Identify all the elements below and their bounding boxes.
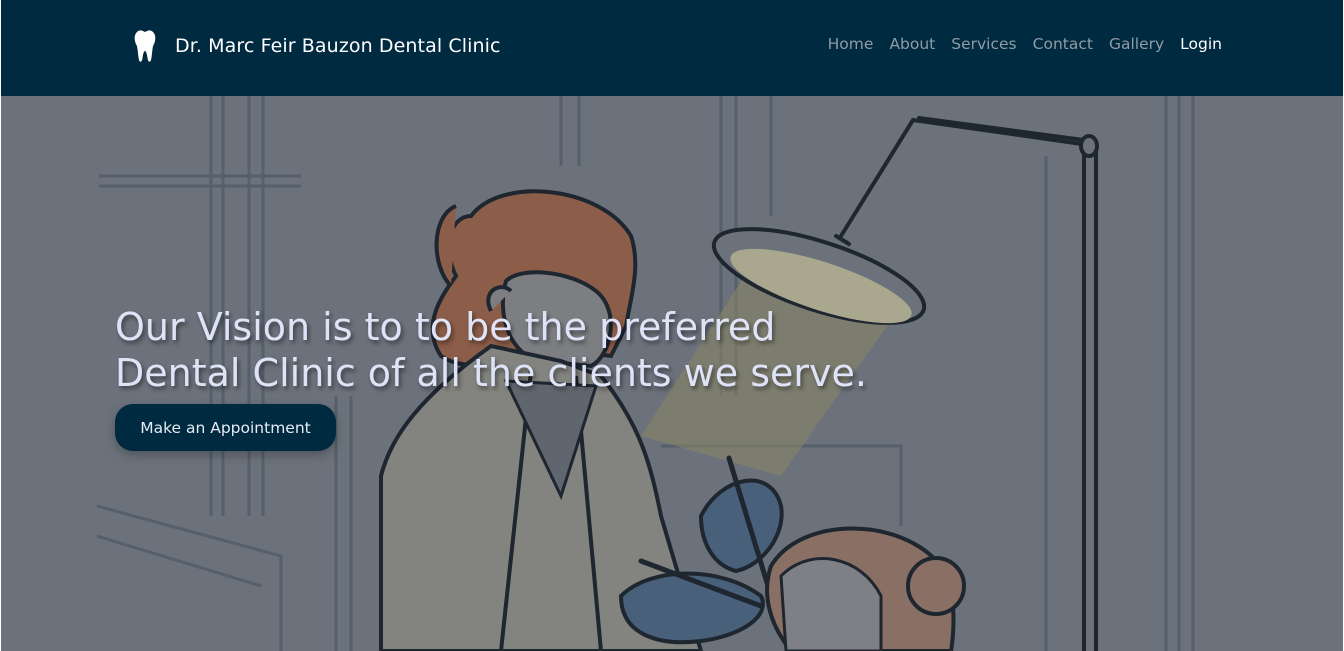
brand-link[interactable]: Dr. Marc Feir Bauzon Dental Clinic — [133, 28, 501, 64]
nav-gallery[interactable]: Gallery — [1109, 35, 1164, 53]
nav-home[interactable]: Home — [828, 35, 874, 53]
dentist-glove-left — [618, 571, 765, 645]
make-appointment-button[interactable]: Make an Appointment — [115, 404, 336, 451]
brand-name: Dr. Marc Feir Bauzon Dental Clinic — [175, 35, 501, 57]
nav-services[interactable]: Services — [951, 35, 1016, 53]
tooth-icon — [134, 30, 156, 62]
main-nav: Home About Services Contact Gallery Logi… — [812, 34, 1222, 53]
navbar: Dr. Marc Feir Bauzon Dental Clinic Home … — [1, 0, 1343, 96]
nav-login[interactable]: Login — [1180, 35, 1222, 53]
hero-headline-line1: Our Vision is to to be the preferred — [115, 305, 776, 349]
nav-contact[interactable]: Contact — [1033, 35, 1093, 53]
hero-section: Our Vision is to to be the preferred Den… — [1, 96, 1343, 651]
hero-headline-line2: Dental Clinic of all the clients we serv… — [115, 351, 867, 395]
hero-headline: Our Vision is to to be the preferred Den… — [115, 304, 955, 396]
nav-about[interactable]: About — [889, 35, 935, 53]
